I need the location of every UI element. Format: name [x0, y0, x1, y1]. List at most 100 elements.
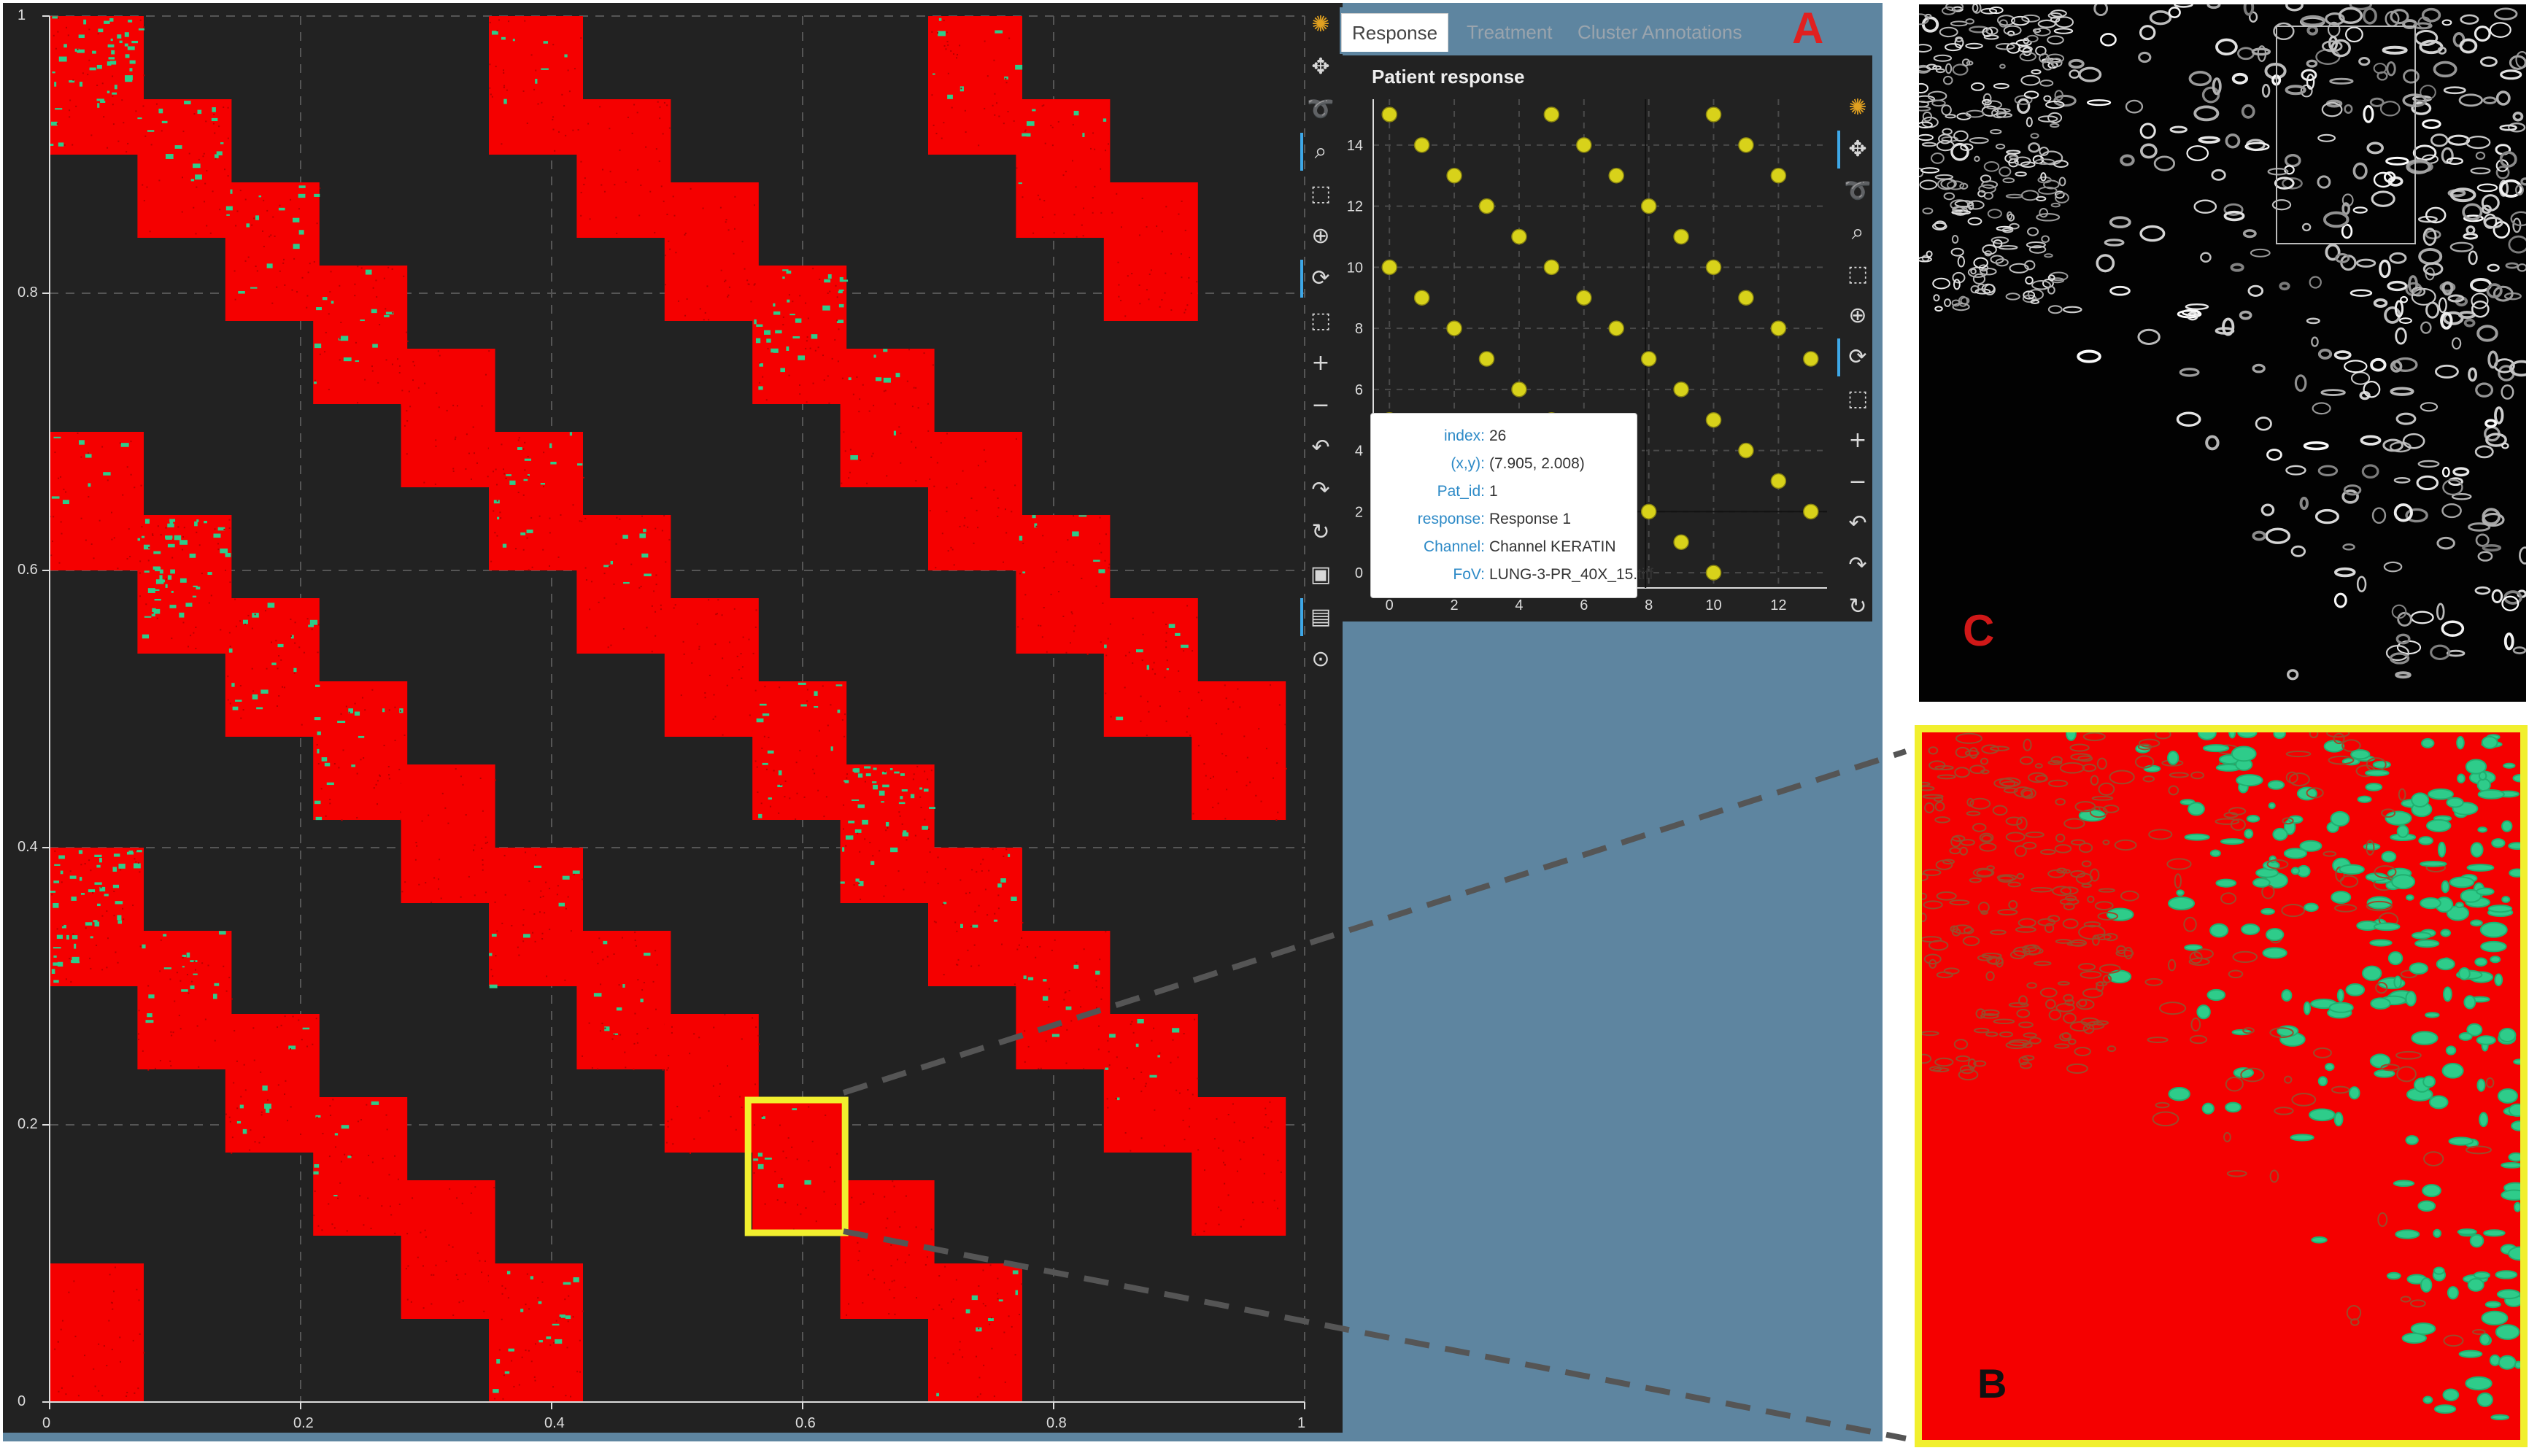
tab-treatment[interactable]: Treatment [1456, 13, 1563, 51]
fov-tile[interactable] [137, 99, 232, 238]
zoom-out-icon[interactable]: − [1843, 468, 1872, 497]
zoom-in-icon[interactable]: + [1843, 426, 1872, 455]
fov-tile[interactable] [137, 931, 233, 1071]
pan-icon[interactable]: ✥ [1306, 53, 1335, 82]
lasso-icon[interactable]: ➰ [1843, 177, 1872, 206]
fov-tile[interactable] [752, 1097, 847, 1236]
fov-tile[interactable] [576, 99, 671, 238]
fov-tile[interactable] [313, 266, 409, 406]
fov-tile[interactable] [489, 432, 584, 571]
scatter-point[interactable] [1705, 259, 1722, 276]
box-zoom-2-icon[interactable]: ⬚ [1843, 384, 1872, 414]
redo-icon[interactable]: ↷ [1306, 476, 1335, 505]
scatter-point[interactable] [1413, 137, 1430, 153]
scatter-point[interactable] [1640, 503, 1657, 520]
scatter-point[interactable] [1673, 382, 1689, 398]
save-icon[interactable]: ▣ [1306, 560, 1335, 589]
scatter-point[interactable] [1381, 259, 1397, 276]
fov-tile[interactable] [50, 432, 144, 570]
hover-icon[interactable]: ▤ [1306, 603, 1335, 632]
patient-response-plot[interactable]: Patient response 0 2 4 6 8 10 12 0 2 4 6 8 10 12 14 in… [1340, 55, 1872, 621]
fov-tile[interactable] [664, 182, 759, 321]
scatter-point[interactable] [1543, 259, 1560, 276]
fov-tile[interactable] [225, 598, 320, 737]
crosshair-icon[interactable]: ⊙ [1306, 645, 1335, 674]
zoom-out-icon[interactable]: − [1306, 391, 1335, 420]
scatter-point[interactable] [1803, 503, 1819, 520]
wheel-zoom-active-icon[interactable]: ⟳ [1306, 264, 1335, 293]
fov-tile[interactable] [1192, 681, 1288, 821]
fov-tile[interactable] [401, 1180, 495, 1319]
fov-tile[interactable] [313, 1097, 408, 1236]
fov-tile[interactable] [225, 182, 321, 321]
reset-icon[interactable]: ↻ [1306, 518, 1335, 547]
pan-icon[interactable]: ✥ [1843, 135, 1872, 164]
scatter-point[interactable] [1640, 198, 1657, 214]
fov-tile[interactable] [752, 681, 847, 820]
scatter-point[interactable] [1511, 382, 1527, 398]
tab-response[interactable]: Response [1341, 13, 1449, 52]
fov-tile[interactable] [50, 848, 145, 986]
bokeh-logo-icon[interactable]: ✺ [1843, 93, 1872, 123]
scatter-point[interactable] [1576, 137, 1592, 153]
fov-tile[interactable] [664, 598, 759, 737]
fov-tile[interactable] [225, 1014, 321, 1154]
scatter-point[interactable] [1770, 320, 1787, 336]
scatter-point[interactable] [1770, 167, 1787, 184]
fov-tile[interactable] [576, 515, 671, 654]
undo-icon[interactable]: ↶ [1843, 509, 1872, 538]
fov-tile[interactable] [401, 764, 496, 904]
scatter-point[interactable] [1608, 167, 1624, 184]
tab-cluster-annotations[interactable]: Cluster Annotations [1567, 13, 1752, 51]
scatter-point[interactable] [1705, 107, 1722, 123]
scatter-point[interactable] [1803, 351, 1819, 367]
fov-tile[interactable] [840, 764, 935, 903]
scatter-point[interactable] [1576, 290, 1592, 306]
scatter-point[interactable] [1413, 290, 1430, 306]
fov-tile[interactable] [752, 266, 849, 404]
zoom-in-icon[interactable]: + [1306, 349, 1335, 378]
fov-grid-canvas[interactable] [3, 3, 1343, 1433]
fov-tile[interactable] [928, 848, 1024, 986]
fov-tile[interactable] [1192, 1097, 1286, 1236]
scatter-point[interactable] [1446, 167, 1462, 184]
fov-tile[interactable] [1016, 99, 1111, 238]
box-zoom-icon[interactable]: ⊕ [1843, 301, 1872, 330]
reset-icon[interactable]: ↻ [1843, 592, 1872, 621]
box-select-icon[interactable]: ⬚ [1306, 179, 1335, 209]
scatter-point[interactable] [1770, 473, 1787, 489]
fov-tile[interactable] [401, 349, 495, 487]
scatter-point[interactable] [1738, 137, 1754, 153]
fov-tile[interactable] [50, 16, 145, 155]
fov-tile[interactable] [1103, 598, 1198, 737]
scatter-point[interactable] [1673, 228, 1689, 245]
fov-tile[interactable] [489, 1263, 584, 1402]
fov-tile[interactable] [489, 848, 584, 988]
box-select-icon[interactable]: ⬚ [1843, 260, 1872, 289]
wheel-zoom-icon[interactable]: ⌕ [1306, 137, 1335, 166]
fov-tile[interactable] [137, 515, 232, 654]
scatter-point[interactable] [1608, 320, 1624, 336]
scatter-point[interactable] [1673, 534, 1689, 550]
wheel-zoom-active-icon[interactable]: ⟳ [1843, 343, 1872, 372]
fov-tile[interactable] [1103, 182, 1198, 321]
scatter-point[interactable] [1381, 107, 1397, 123]
fov-tile[interactable] [313, 681, 408, 821]
wheel-zoom-icon[interactable]: ⌕ [1843, 218, 1872, 247]
fov-grid-plot[interactable]: 0 0.2 0.4 0.6 0.8 1 0 0.2 0.4 0.6 0.8 1 [3, 3, 1343, 1433]
scatter-point[interactable] [1640, 351, 1657, 367]
fov-tile[interactable] [1016, 515, 1111, 655]
scatter-point[interactable] [1543, 107, 1560, 123]
redo-icon[interactable]: ↷ [1843, 551, 1872, 580]
scatter-point[interactable] [1738, 442, 1754, 459]
scatter-point[interactable] [1478, 198, 1495, 214]
fov-tile[interactable] [840, 1180, 935, 1319]
scatter-point[interactable] [1738, 290, 1754, 306]
scatter-point[interactable] [1478, 351, 1495, 367]
fov-tile[interactable] [928, 1263, 1023, 1402]
fov-tile[interactable] [928, 432, 1022, 570]
lasso-icon[interactable]: ➰ [1306, 95, 1335, 124]
scatter-point[interactable] [1705, 411, 1722, 428]
fov-tile[interactable] [840, 349, 936, 488]
scatter-point[interactable] [1446, 320, 1462, 336]
